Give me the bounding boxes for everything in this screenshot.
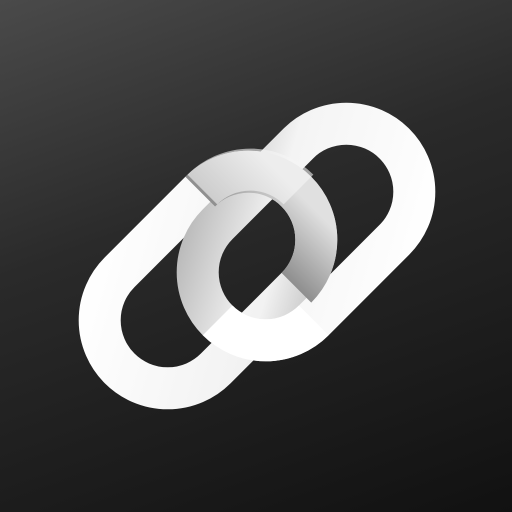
app-icon-background	[0, 0, 512, 512]
chain-link-icon	[78, 102, 436, 410]
